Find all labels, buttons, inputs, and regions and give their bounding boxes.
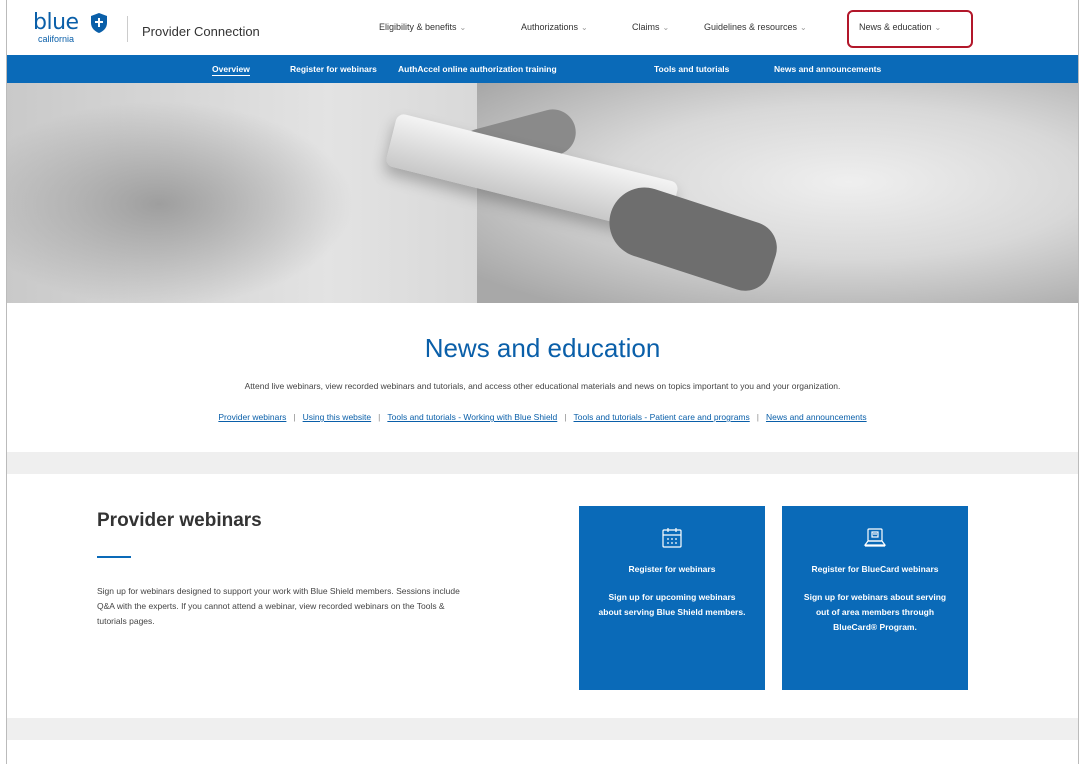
highlight-box: [847, 10, 973, 48]
topnav-claims[interactable]: Claims ⌄: [632, 22, 669, 32]
link-separator: |: [378, 412, 381, 422]
anchor-links: Provider webinars | Using this website | Too…: [7, 412, 1078, 422]
hero-image: [7, 83, 1078, 303]
topnav-eligibility[interactable]: Eligibility & benefits ⌄: [379, 22, 466, 32]
subnav-news-announcements[interactable]: News and announcements: [774, 64, 881, 74]
site-header: blue california Provider Connection Elig…: [7, 0, 1078, 52]
subnav-register-webinars[interactable]: Register for webinars: [290, 64, 377, 74]
card-title: Register for webinars: [628, 564, 716, 574]
topnav-guidelines[interactable]: Guidelines & resources ⌄: [704, 22, 807, 32]
card-title: Register for BlueCard webinars: [811, 564, 939, 574]
laptop-icon: [863, 528, 887, 547]
section-title: Provider webinars: [97, 510, 262, 531]
chevron-down-icon: ⌄: [800, 23, 807, 32]
subnav-overview[interactable]: Overview: [212, 64, 250, 76]
page-frame: blue california Provider Connection Elig…: [6, 0, 1079, 764]
link-separator: |: [293, 412, 296, 422]
calendar-icon: [662, 528, 682, 548]
link-separator: |: [756, 412, 759, 422]
hero-background: [7, 83, 387, 303]
register-bluecard-webinars-card[interactable]: Register for BlueCard webinars Sign up f…: [782, 506, 968, 690]
section-divider: [7, 718, 1078, 740]
link-provider-webinars[interactable]: Provider webinars: [218, 412, 286, 422]
section-description: Sign up for webinars designed to support…: [97, 586, 460, 626]
topnav-label: Authorizations: [521, 22, 579, 32]
title-underline: [97, 556, 131, 558]
page-title: News and education: [424, 333, 661, 363]
section-divider: [7, 452, 1078, 474]
link-tools-patient-care[interactable]: Tools and tutorials - Patient care and p…: [574, 412, 750, 422]
section-subnav: Overview Register for webinars AuthAccel…: [7, 55, 1078, 83]
topnav-label: Guidelines & resources: [704, 22, 798, 32]
topnav-label: Eligibility & benefits: [379, 22, 457, 32]
register-webinars-card[interactable]: Register for webinars Sign up for upcomi…: [579, 506, 765, 690]
topnav-label: Claims: [632, 22, 660, 32]
chevron-down-icon: ⌄: [581, 23, 588, 32]
topnav-authorizations[interactable]: Authorizations ⌄: [521, 22, 588, 32]
link-tools-working[interactable]: Tools and tutorials - Working with Blue …: [387, 412, 557, 422]
subnav-tools-tutorials[interactable]: Tools and tutorials: [654, 64, 729, 74]
link-news-announcements[interactable]: News and announcements: [766, 412, 867, 422]
card-description: Sign up for upcoming webinars about serv…: [598, 592, 746, 617]
page-description: Attend live webinars, view recorded webi…: [244, 381, 841, 391]
card-description: Sign up for webinars about serving out o…: [803, 592, 947, 632]
link-separator: |: [564, 412, 567, 422]
chevron-down-icon: ⌄: [459, 23, 467, 32]
chevron-down-icon: ⌄: [662, 23, 670, 32]
link-using-website[interactable]: Using this website: [303, 412, 372, 422]
subnav-authaccel-training[interactable]: AuthAccel online authorization training: [398, 64, 557, 74]
